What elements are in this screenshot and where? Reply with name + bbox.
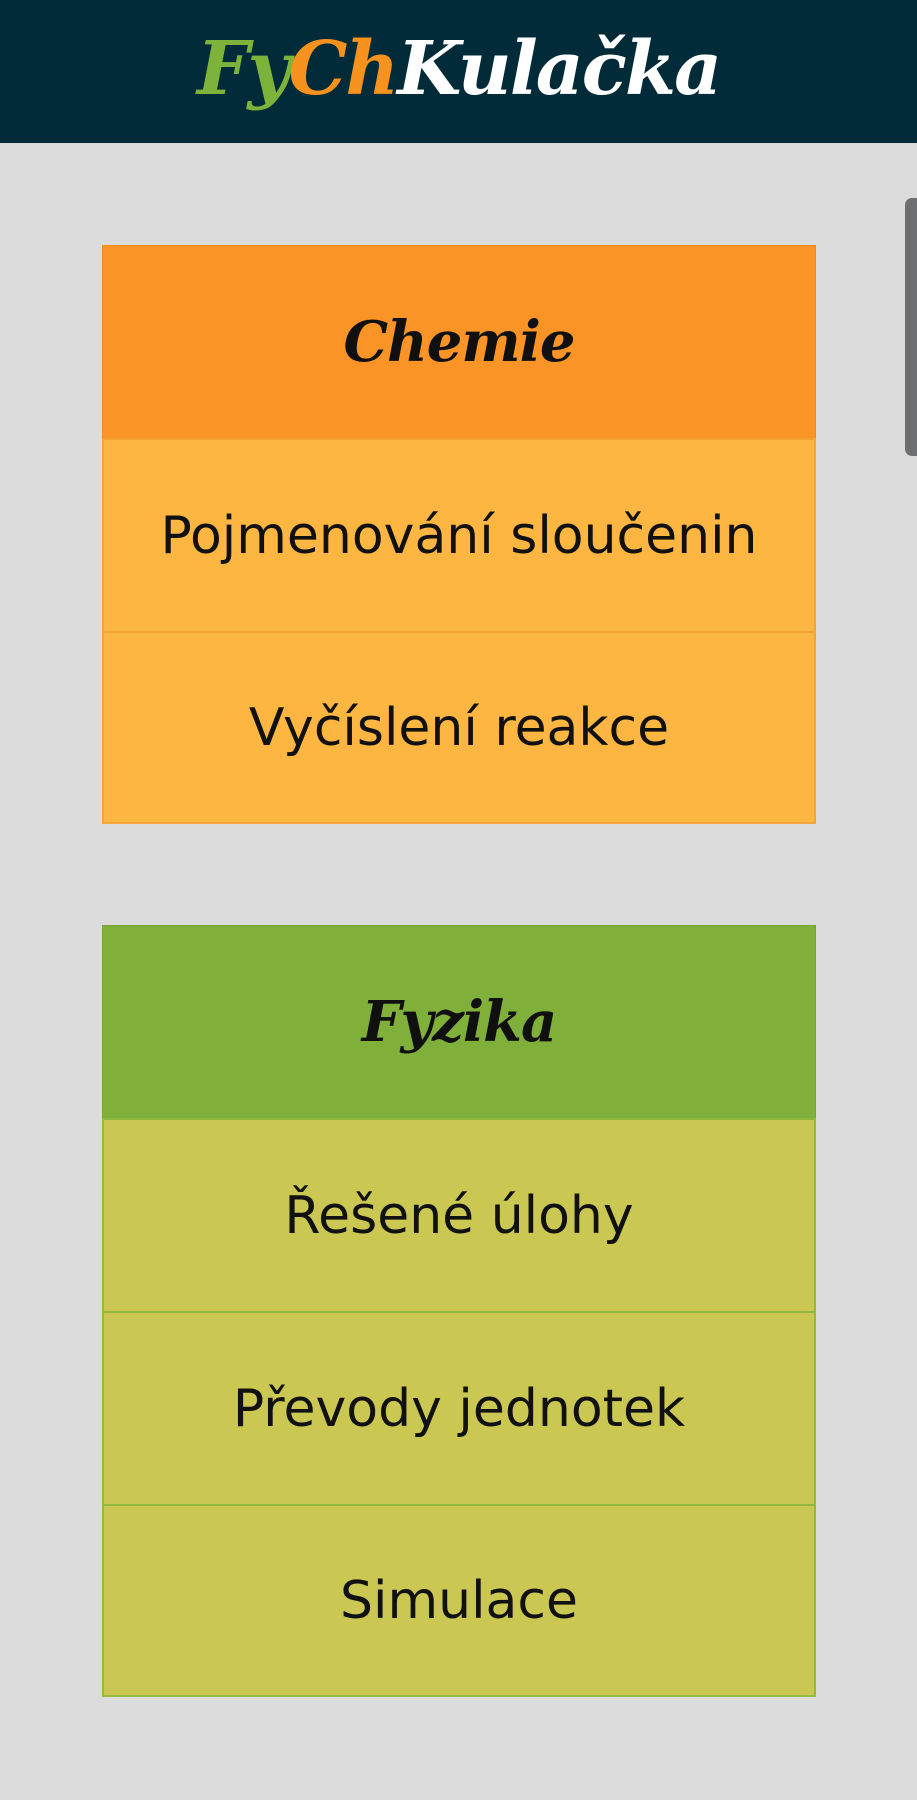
fyzika-title: Fyzika xyxy=(361,989,557,1055)
logo-ch: Ch xyxy=(288,25,400,112)
menu-item-label: Převody jednotek xyxy=(232,1378,686,1439)
menu-item-label: Řešené úlohy xyxy=(284,1185,634,1246)
fyzika-header: Fyzika xyxy=(102,925,816,1118)
app-logo: FyChKulačka xyxy=(197,32,722,106)
menu-item-pojmenovani-slouceni[interactable]: Pojmenování sloučenin xyxy=(102,438,816,631)
menu-item-label: Simulace xyxy=(340,1570,578,1631)
chemie-header: Chemie xyxy=(102,245,816,438)
chemie-section: Chemie Pojmenování sloučenin Vyčíslení r… xyxy=(102,245,816,824)
scrollbar-thumb[interactable] xyxy=(905,198,917,456)
menu-item-prevody-jednotek[interactable]: Převody jednotek xyxy=(102,1311,816,1504)
menu-item-simulace[interactable]: Simulace xyxy=(102,1504,816,1697)
logo-kulacka: Kulačka xyxy=(397,25,722,112)
fyzika-section: Fyzika Řešené úlohy Převody jednotek Sim… xyxy=(102,925,816,1697)
app-header: FyChKulačka xyxy=(0,0,917,143)
chemie-title: Chemie xyxy=(343,309,575,375)
logo-fy: Fy xyxy=(196,25,291,112)
menu-item-label: Vyčíslení reakce xyxy=(248,697,670,758)
menu-item-vycisleni-reakce[interactable]: Vyčíslení reakce xyxy=(102,631,816,824)
menu-item-resene-ulohy[interactable]: Řešené úlohy xyxy=(102,1118,816,1311)
menu-item-label: Pojmenování sloučenin xyxy=(160,505,758,566)
